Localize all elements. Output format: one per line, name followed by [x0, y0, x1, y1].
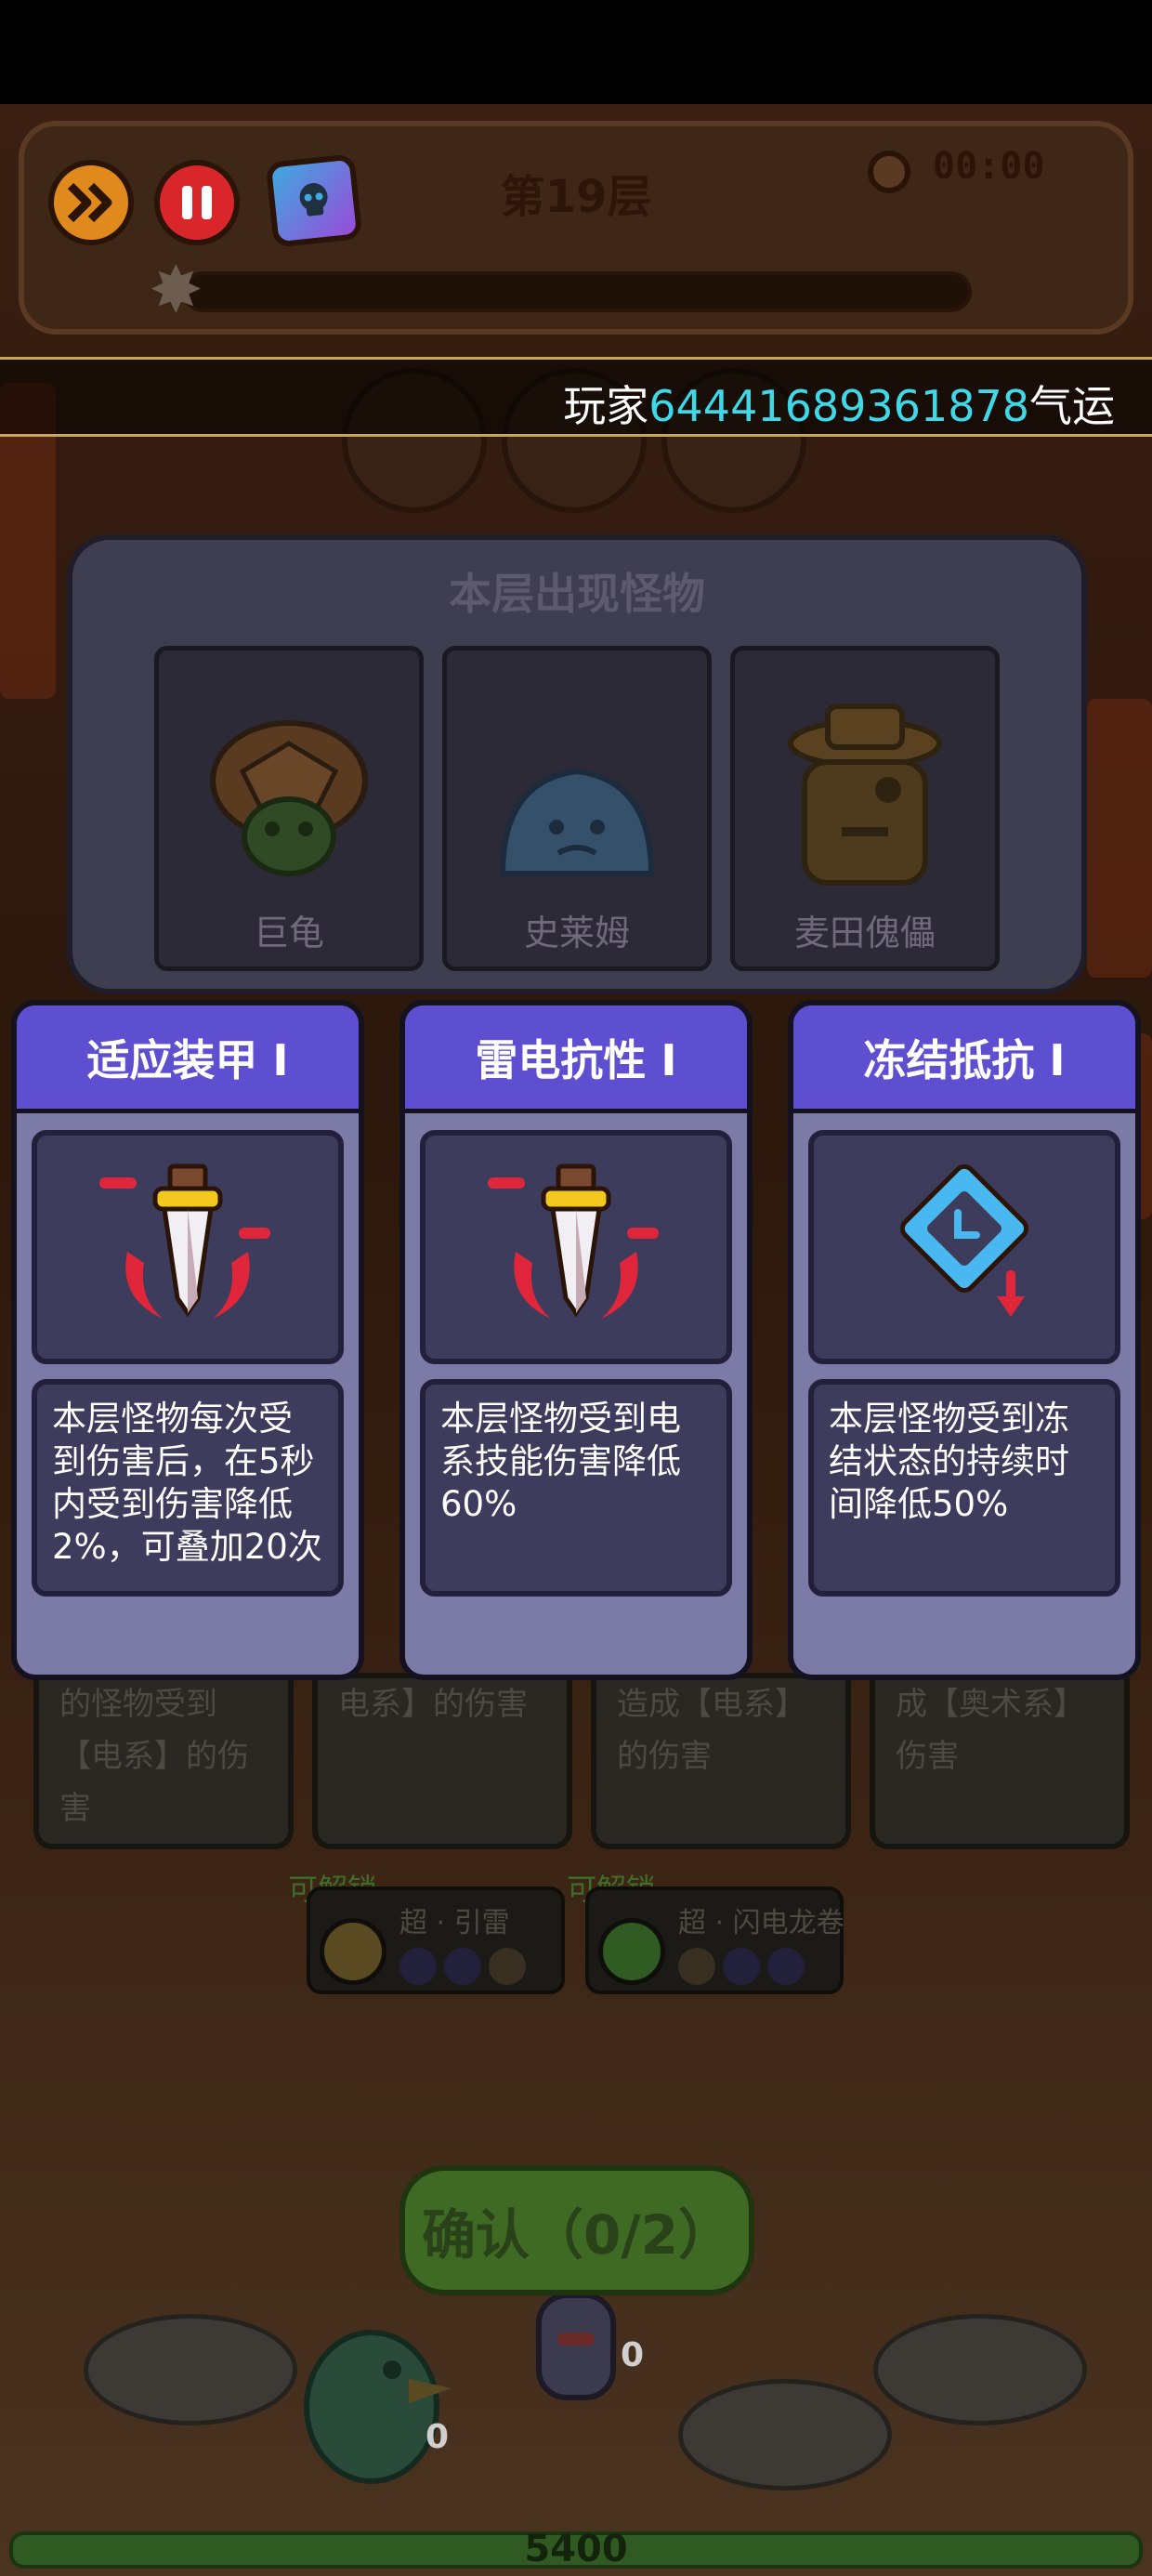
pause-icon — [182, 186, 212, 219]
skill-slot-dot — [767, 1948, 805, 1985]
buff-description: 本层怪物每次受到伤害后，在5秒内受到伤害降低2%，可叠加20次 — [52, 1399, 322, 1567]
monster-name: 史莱姆 — [523, 913, 630, 953]
broadcast-banner: 玩家64441689361878气运 — [0, 357, 1152, 437]
freeze-clock-icon — [899, 1163, 1029, 1317]
unlockable-skill-chip: 超 · 引雷 — [307, 1886, 565, 1994]
buff-description: 本层怪物受到冻结状态的持续时间降低50% — [829, 1399, 1069, 1524]
fast-forward-icon — [67, 182, 112, 223]
hero-counter: 0 — [621, 2336, 645, 2374]
giant-turtle-icon — [210, 720, 368, 876]
skill-slot-dot — [678, 1948, 715, 1985]
skill-slot-dot — [399, 1948, 437, 1985]
buff-card-freeze-resistance[interactable]: 冻结抵抗 I 本层怪物受到冻结状态的持续时间降低50% — [788, 1000, 1141, 1680]
background-skill-card: 成【奥术系】伤害 — [870, 1673, 1130, 1849]
monster-slot: 麦田傀儡 — [730, 646, 1000, 971]
buff-description-box: 本层怪物每次受到伤害后，在5秒内受到伤害降低2%，可叠加20次 — [32, 1379, 344, 1597]
pause-button[interactable] — [154, 160, 240, 245]
unlockable-skill-name: 超 · 闪电龙卷 — [678, 1907, 844, 1939]
buff-icon-frame — [420, 1130, 732, 1364]
background-skill-card: 造成【电系】的伤害 — [591, 1673, 851, 1849]
hp-value: 5400 — [524, 2528, 628, 2570]
knight-hero-icon — [536, 2293, 616, 2400]
status-bar — [0, 0, 1152, 104]
unlockable-skill-name: 超 · 引雷 — [399, 1907, 510, 1939]
hero-pedestal — [84, 2314, 297, 2425]
background-skill-card: 电系】的伤害 — [312, 1673, 572, 1849]
floor-title: 第19层 — [500, 171, 652, 223]
skill-slot-dot — [489, 1948, 526, 1985]
fast-forward-button[interactable] — [48, 160, 134, 245]
lightning-tornado-skill-icon — [598, 1918, 665, 1985]
thunder-skill-icon — [320, 1918, 386, 1985]
background-skill-card: 的怪物受到【电系】的伤害 — [33, 1673, 294, 1849]
buff-description: 本层怪物受到电系技能伤害降低60% — [440, 1399, 681, 1524]
broadcast-player-id: 64441689361878 — [648, 381, 1029, 431]
floor-progress-bar — [182, 271, 972, 312]
skull-card-button[interactable] — [265, 153, 363, 248]
broadcast-prefix: 玩家 — [563, 381, 649, 431]
timer-icon — [868, 151, 910, 193]
monster-panel: 本层出现怪物 巨龟 史莱姆 麦田傀儡 — [67, 534, 1087, 994]
sword-shield-icon — [99, 1163, 270, 1319]
skill-slot-dot — [723, 1948, 760, 1985]
duck-hero-icon — [304, 2330, 452, 2484]
skull-icon — [299, 183, 328, 217]
hero-pedestal — [873, 2314, 1087, 2425]
progress-star-icon: ✸ — [149, 252, 203, 328]
skill-slot-dot — [444, 1948, 481, 1985]
monster-slot: 巨龟 — [154, 646, 424, 971]
buff-icon-frame — [32, 1130, 344, 1364]
broadcast-text: 玩家64441689361878气运 — [563, 373, 1115, 434]
monster-panel-title: 本层出现怪物 — [449, 569, 705, 619]
sword-shield-icon — [488, 1163, 659, 1319]
confirm-button[interactable]: 确认（0/2） — [399, 2165, 754, 2295]
buff-description-box: 本层怪物受到电系技能伤害降低60% — [420, 1379, 732, 1597]
wheat-golem-icon — [788, 703, 942, 886]
broadcast-suffix: 气运 — [1029, 381, 1115, 431]
monster-name: 巨龟 — [253, 913, 324, 953]
unlockable-skill-chip: 超 · 闪电龙卷 — [585, 1886, 844, 1994]
slime-icon — [499, 768, 655, 876]
hero-counter: 0 — [425, 2418, 450, 2456]
monster-slot: 史莱姆 — [442, 646, 712, 971]
buff-description-box: 本层怪物受到冻结状态的持续时间降低50% — [808, 1379, 1120, 1597]
timer-text: 00:00 — [933, 145, 1045, 188]
buff-card-title: 冻结抵抗 I — [793, 1005, 1135, 1113]
buff-card-title: 适应装甲 I — [17, 1005, 359, 1113]
hero-pedestal — [678, 2379, 892, 2491]
monster-name: 麦田傀儡 — [793, 913, 936, 953]
buff-card-adaptive-armor[interactable]: 适应装甲 I 本层怪物每次受到伤害后，在5秒内受到伤害降低2%，可叠加20次 — [11, 1000, 364, 1680]
buff-icon-frame — [808, 1130, 1120, 1364]
buff-card-title: 雷电抗性 I — [405, 1005, 747, 1113]
buff-card-lightning-resistance[interactable]: 雷电抗性 I 本层怪物受到电系技能伤害降低60% — [399, 1000, 753, 1680]
